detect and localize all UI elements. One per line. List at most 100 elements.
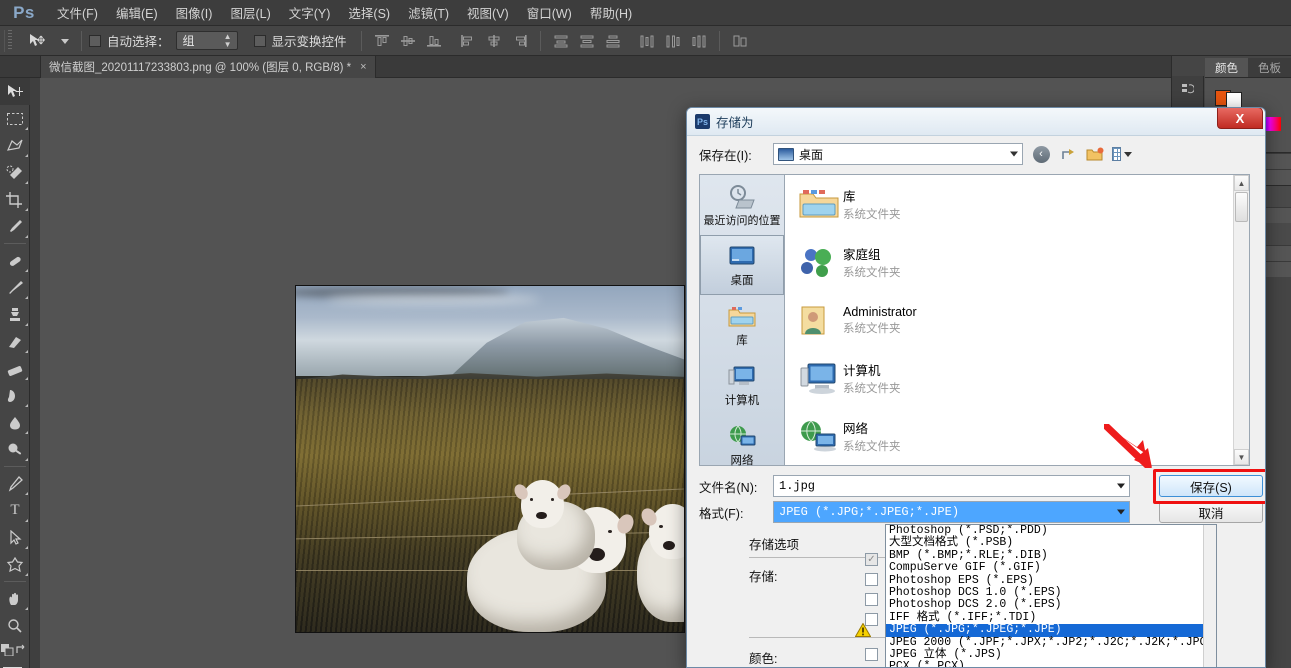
gradient-tool[interactable] [0, 382, 30, 409]
cancel-button[interactable]: 取消 [1159, 501, 1263, 523]
color-checkbox-1[interactable] [865, 648, 878, 661]
list-item[interactable]: Administrator 系统文件夹 [785, 291, 1249, 349]
menu-help[interactable]: 帮助(H) [581, 0, 641, 26]
distribute-vertical-centers-icon[interactable] [577, 32, 597, 50]
look-in-dropdown[interactable]: 桌面 [773, 143, 1023, 165]
menu-type[interactable]: 文字(Y) [280, 0, 340, 26]
close-icon[interactable]: X [1217, 107, 1263, 129]
align-left-edges-icon[interactable] [458, 32, 478, 50]
place-recent[interactable]: 最近访问的位置 [700, 175, 784, 235]
list-item[interactable]: 库 系统文件夹 [785, 175, 1249, 233]
document-image[interactable] [295, 285, 685, 633]
lasso-tool[interactable] [0, 132, 30, 159]
quick-selection-tool[interactable] [0, 159, 30, 186]
history-brush-tool[interactable] [0, 328, 30, 355]
format-option[interactable]: Photoshop DCS 2.0 (*.EPS) [886, 599, 1216, 611]
show-transform-controls-checkbox[interactable] [254, 35, 266, 47]
crop-tool[interactable] [0, 186, 30, 213]
place-desktop[interactable]: 桌面 [700, 235, 784, 295]
storage-checkbox-1[interactable]: ✓ [865, 553, 878, 566]
type-tool[interactable]: T [0, 497, 30, 524]
scrollbar-thumb[interactable] [1235, 192, 1248, 222]
auto-select-scope-dropdown[interactable]: 组 ▲▼ [176, 31, 238, 50]
place-computer[interactable]: 计算机 [700, 355, 784, 415]
clone-stamp-tool[interactable] [0, 301, 30, 328]
file-name-combo[interactable] [773, 475, 1130, 497]
eyedropper-tool[interactable] [0, 213, 30, 240]
brush-tool[interactable] [0, 274, 30, 301]
path-selection-tool[interactable] [0, 524, 30, 551]
options-bar-grip[interactable] [4, 30, 18, 52]
menu-view[interactable]: 视图(V) [458, 0, 518, 26]
distribute-bottom-edges-icon[interactable] [603, 32, 623, 50]
dialog-title-bar[interactable]: Ps 存储为 X [687, 108, 1265, 136]
format-input[interactable] [773, 501, 1130, 523]
list-item[interactable]: 计算机 系统文件夹 [785, 349, 1249, 407]
chevron-down-icon[interactable] [1117, 510, 1125, 515]
pen-tool[interactable] [0, 470, 30, 497]
hand-tool[interactable] [0, 585, 30, 612]
move-tool[interactable] [0, 78, 30, 105]
storage-checkbox-4[interactable] [865, 613, 878, 626]
align-bottom-edges-icon[interactable] [424, 32, 444, 50]
scroll-down-icon[interactable]: ▼ [1234, 449, 1249, 465]
menu-window[interactable]: 窗口(W) [518, 0, 581, 26]
menu-select[interactable]: 选择(S) [339, 0, 399, 26]
save-as-dialog[interactable]: Ps 存储为 X 保存在(I): 桌面 ‹ [686, 107, 1266, 668]
file-list-scrollbar[interactable]: ▲ ▼ [1233, 175, 1249, 465]
format-option[interactable]: CompuServe GIF (*.GIF) [886, 562, 1216, 574]
new-folder-icon[interactable] [1085, 144, 1105, 164]
place-network[interactable]: 网络 [700, 415, 784, 475]
list-item[interactable]: 网络 系统文件夹 [785, 407, 1249, 465]
menu-image[interactable]: 图像(I) [167, 0, 222, 26]
distribute-right-edges-icon[interactable] [689, 32, 709, 50]
distribute-top-edges-icon[interactable] [551, 32, 571, 50]
file-name-input[interactable] [773, 475, 1130, 497]
dodge-tool[interactable] [0, 436, 30, 463]
history-panel-icon[interactable] [1172, 76, 1203, 102]
scroll-up-icon[interactable]: ▲ [1234, 175, 1249, 191]
align-vertical-centers-icon[interactable] [398, 32, 418, 50]
spot-healing-brush-tool[interactable] [0, 247, 30, 274]
views-icon[interactable] [1112, 144, 1132, 164]
dropdown-scrollbar[interactable] [1203, 525, 1216, 668]
place-libraries[interactable]: 库 [700, 295, 784, 355]
menu-edit[interactable]: 编辑(E) [107, 0, 167, 26]
custom-shape-tool[interactable] [0, 551, 30, 578]
rectangular-marquee-tool[interactable] [0, 105, 30, 132]
align-horizontal-centers-icon[interactable] [484, 32, 504, 50]
file-list[interactable]: 库 系统文件夹 家庭组 系统文件夹 [785, 174, 1250, 466]
format-option[interactable]: 大型文档格式 (*.PSB) [886, 537, 1216, 549]
default-colors-icon[interactable] [1, 644, 14, 656]
blur-tool[interactable] [0, 409, 30, 436]
swap-colors-icon[interactable] [15, 644, 28, 656]
align-right-edges-icon[interactable] [510, 32, 530, 50]
distribute-left-edges-icon[interactable] [637, 32, 657, 50]
tab-swatches[interactable]: 色板 [1248, 58, 1291, 77]
storage-checkbox-2[interactable] [865, 573, 878, 586]
close-icon[interactable]: × [360, 61, 366, 73]
distribute-horizontal-centers-icon[interactable] [663, 32, 683, 50]
menu-layer[interactable]: 图层(L) [221, 0, 279, 26]
align-top-edges-icon[interactable] [372, 32, 392, 50]
menu-filter[interactable]: 滤镜(T) [399, 0, 458, 26]
document-tab[interactable]: 微信截图_20201117233803.png @ 100% (图层 0, RG… [40, 56, 376, 78]
list-item[interactable]: 家庭组 系统文件夹 [785, 233, 1249, 291]
tab-color[interactable]: 颜色 [1205, 58, 1248, 77]
storage-checkbox-3[interactable] [865, 593, 878, 606]
format-combo[interactable] [773, 501, 1130, 523]
auto-align-layers-icon[interactable] [730, 32, 750, 50]
panel-background-swatch[interactable] [1226, 92, 1242, 108]
chevron-down-icon[interactable] [1117, 484, 1125, 489]
back-icon[interactable]: ‹ [1031, 144, 1051, 164]
format-dropdown-list[interactable]: Photoshop (*.PSD;*.PDD) 大型文档格式 (*.PSB) B… [885, 524, 1217, 668]
auto-select-checkbox[interactable] [89, 35, 101, 47]
up-one-level-icon[interactable] [1058, 144, 1078, 164]
format-option[interactable]: PCX (*.PCX) [886, 661, 1216, 668]
eraser-tool[interactable] [0, 355, 30, 382]
format-option-selected[interactable]: JPEG (*.JPG;*.JPEG;*.JPE) [886, 624, 1216, 636]
tool-preset-dropdown-icon[interactable] [58, 29, 72, 53]
move-tool-icon[interactable] [20, 29, 54, 53]
zoom-tool[interactable] [0, 612, 30, 639]
menu-file[interactable]: 文件(F) [48, 0, 107, 26]
